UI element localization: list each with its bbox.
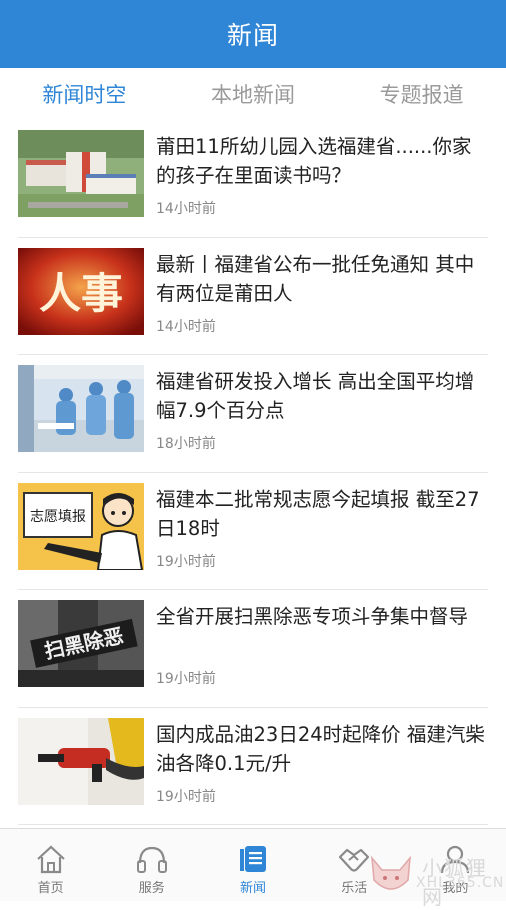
thumb-text: 人事 (39, 269, 123, 318)
divider (18, 824, 488, 825)
tab-label: 新闻时空 (42, 83, 127, 107)
news-item[interactable]: 国内成品油23日24时起降价 福建汽柴油各降0.1元/升 19小时前 (0, 708, 506, 825)
nav-label: 首页 (37, 881, 64, 896)
news-item[interactable]: 扫黑除恶 全省开展扫黑除恶专项斗争集中督导 19小时前 (0, 590, 506, 708)
personnel-red-graphic: 人事 (18, 247, 144, 335)
news-item[interactable]: 志愿填报 福建本二批常规志愿今起填报 截至27日18时 19小时前 (0, 473, 506, 590)
crackdown-banner-photo: 扫黑除恶 (18, 600, 144, 687)
tab-special-reports[interactable]: 专题报道 (337, 68, 506, 120)
nav-service[interactable]: 服务 (101, 829, 202, 901)
newspaper-icon (240, 846, 266, 872)
nav-label: 乐活 (341, 881, 368, 896)
nav-label: 服务 (138, 881, 165, 896)
news-title: 最新丨福建省公布一批任免通知 其中有两位是莆田人 (156, 252, 475, 305)
news-time: 18小时前 (156, 436, 216, 452)
news-time: 14小时前 (156, 318, 216, 335)
nav-news[interactable]: 新闻 (202, 829, 303, 901)
nav-profile[interactable]: 我的 (405, 829, 506, 901)
home-icon (36, 845, 65, 874)
tab-label: 本地新闻 (211, 83, 295, 107)
news-item[interactable]: 福建省研发投入增长 高出全国平均增幅7.9个百分点 18小时前 (0, 355, 506, 473)
news-time: 19小时前 (156, 553, 216, 570)
news-time: 19小时前 (156, 671, 216, 687)
page-title: 新闻 (226, 21, 279, 50)
nav-label: 我的 (442, 881, 469, 896)
thumb-text: 志愿填报 (30, 509, 86, 525)
news-time: 14小时前 (156, 201, 216, 217)
handshake-icon (339, 848, 370, 872)
news-title: 福建省研发投入增长 高出全国平均增幅7.9个百分点 (156, 370, 475, 422)
tab-label: 专题报道 (379, 83, 464, 107)
user-icon (441, 845, 470, 874)
tab-local-news[interactable]: 本地新闻 (169, 68, 338, 120)
news-title: 福建本二批常规志愿今起填报 截至27日18时 (156, 487, 480, 540)
lab-researchers-photo (18, 365, 144, 452)
nav-label: 新闻 (240, 881, 267, 896)
news-title: 全省开展扫黑除恶专项斗争集中督导 (156, 605, 469, 628)
app-header: 新闻 (0, 0, 506, 68)
fuel-nozzle-photo (18, 717, 144, 805)
news-item[interactable]: 莆田11所幼儿园入选福建省......你家的孩子在里面读书吗？ 14小时前 (0, 120, 506, 238)
headset-icon (136, 846, 167, 873)
news-title: 莆田11所幼儿园入选福建省......你家的孩子在里面读书吗？ (156, 135, 472, 187)
bottom-navigation: 首页 服务 新闻 乐活 我的 (0, 828, 506, 901)
tab-news-timespace[interactable]: 新闻时空 (0, 68, 169, 120)
nav-lifestyle[interactable]: 乐活 (304, 829, 405, 901)
kindergarten-building-photo (18, 130, 144, 217)
student-holding-sign-illustration: 志愿填报 (18, 482, 144, 570)
category-tabs: 新闻时空 本地新闻 专题报道 (0, 68, 506, 120)
nav-home[interactable]: 首页 (0, 829, 101, 901)
news-time: 19小时前 (156, 788, 216, 805)
news-item[interactable]: 人事 最新丨福建省公布一批任免通知 其中有两位是莆田人 14小时前 (0, 238, 506, 355)
news-title: 国内成品油23日24时起降价 福建汽柴油各降0.1元/升 (156, 722, 485, 775)
news-list: 莆田11所幼儿园入选福建省......你家的孩子在里面读书吗？ 14小时前 人事… (0, 120, 506, 825)
